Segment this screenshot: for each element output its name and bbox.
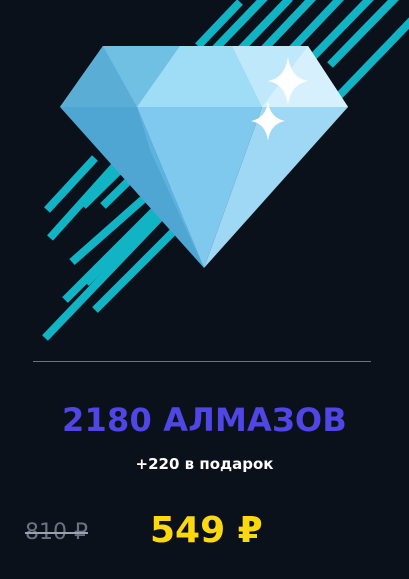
diamond-illustration [42,0,409,341]
divider [33,361,371,362]
price[interactable]: 549 ₽ [150,508,263,554]
old-price: 810 ₽ [25,520,88,545]
bonus-text: +220 в подарок [135,455,274,473]
product-title: 2180 АЛМАЗОВ [62,401,347,439]
offer-card[interactable]: 2180 АЛМАЗОВ +220 в подарок 810 ₽ 549 ₽ [0,0,409,579]
